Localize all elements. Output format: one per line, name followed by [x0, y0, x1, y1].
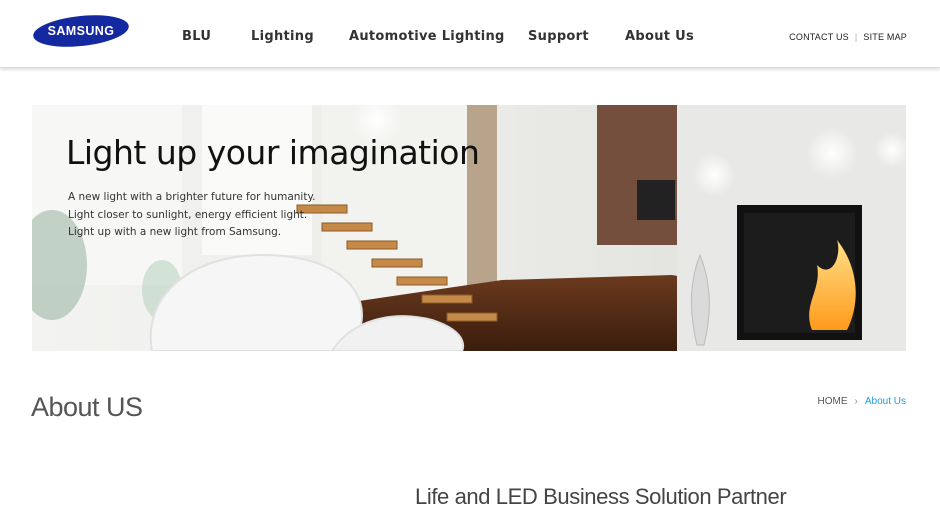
- nav-item-automotive-lighting[interactable]: Automotive Lighting: [349, 29, 505, 44]
- chevron-right-icon: ›: [854, 396, 858, 407]
- breadcrumb-current: About Us: [864, 396, 906, 407]
- hero-line: Light closer to sunlight, energy efficie…: [68, 208, 308, 221]
- section-heading: Life and LED Business Solution Partner: [415, 484, 787, 509]
- samsung-logo[interactable]: SAMSUNG: [32, 14, 130, 48]
- breadcrumb-home-link[interactable]: HOME: [818, 396, 848, 407]
- hero-description: A new light with a brighter future for h…: [68, 189, 316, 242]
- nav-item-lighting[interactable]: Lighting: [251, 29, 314, 44]
- hero-banner: Light up your imagination A new light wi…: [32, 105, 906, 351]
- nav-item-about-us[interactable]: About Us: [625, 29, 694, 44]
- nav-item-support[interactable]: Support: [528, 29, 589, 44]
- site-header: SAMSUNG BLU Lighting Automotive Lighting…: [0, 0, 940, 68]
- hero-title: Light up your imagination: [66, 133, 480, 172]
- page-title: About US: [31, 392, 143, 422]
- hero-line: Light up with a new light from Samsung.: [68, 226, 282, 238]
- logo-text: SAMSUNG: [48, 24, 115, 38]
- nav-item-blu[interactable]: BLU: [182, 29, 211, 44]
- hero-line: A new light with a brighter future for h…: [68, 191, 316, 203]
- util-separator: |: [854, 32, 858, 42]
- utility-links: CONTACT US | SITE MAP: [789, 32, 907, 42]
- site-map-link[interactable]: SITE MAP: [863, 32, 907, 42]
- breadcrumb: HOME › About Us: [818, 396, 906, 407]
- contact-us-link[interactable]: CONTACT US: [789, 32, 849, 42]
